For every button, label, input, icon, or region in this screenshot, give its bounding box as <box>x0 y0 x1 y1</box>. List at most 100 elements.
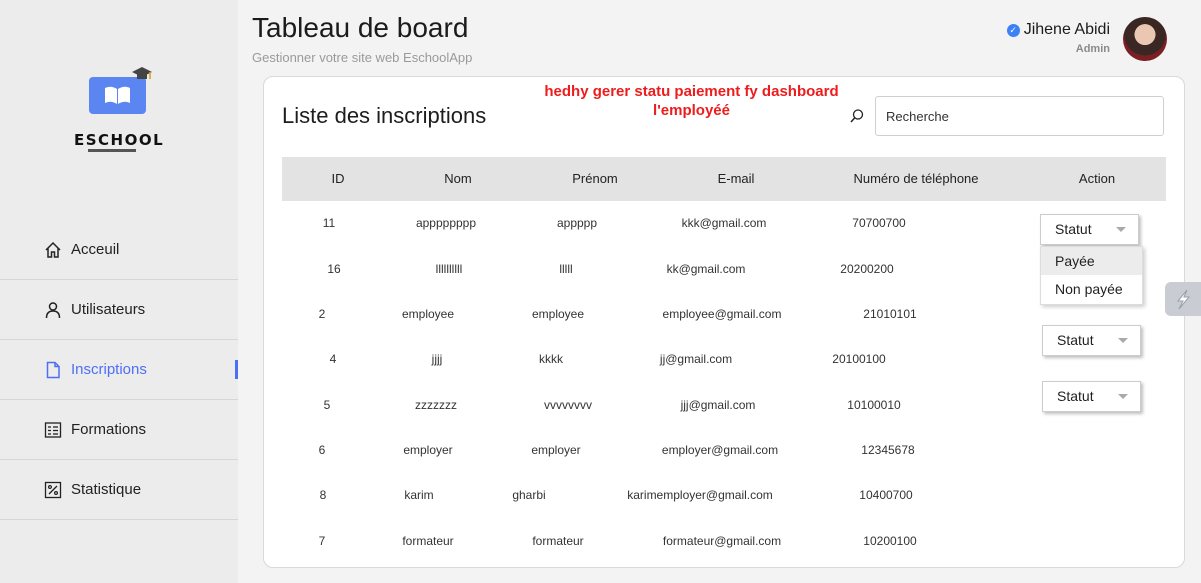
list-icon <box>44 421 62 438</box>
column-header-email: E-mail <box>717 171 755 186</box>
annotation-line-1: hedhy gerer statu paiement fy dashboard <box>544 83 839 100</box>
user-name: ✓ Jihene Abidi <box>1006 21 1110 39</box>
user-name-text: Jihene Abidi <box>1023 21 1110 38</box>
sidebar-item-label: Acceuil <box>71 241 120 258</box>
sidebar-item-statistique[interactable]: Statistique <box>0 460 238 520</box>
annotation-line-2: l'employéé <box>653 102 730 119</box>
status-select[interactable]: Statut <box>1040 214 1139 245</box>
table-row: 8 karim gharbi karimemployer@gmail.com 1… <box>264 488 1184 508</box>
cell-id: 7 <box>318 534 326 548</box>
cell-nom: formateur <box>402 534 454 548</box>
column-header-id: ID <box>331 171 345 186</box>
sidebar-item-acceuil[interactable]: Acceuil <box>0 220 238 280</box>
status-dropdown-menu: Payée Non payée <box>1040 246 1143 305</box>
cell-email: kk@gmail.com <box>666 262 746 276</box>
table-row: 2 employee employee employee@gmail.com 2… <box>264 307 1184 327</box>
inscriptions-card: Liste des inscriptions hedhy gerer statu… <box>263 76 1185 568</box>
column-header-nom: Nom <box>444 171 472 186</box>
chevron-down-icon <box>1116 227 1126 232</box>
cell-telephone: 20200200 <box>840 262 894 276</box>
table-row: 6 employer employer employer@gmail.com 1… <box>264 443 1184 463</box>
cell-telephone: 10200100 <box>863 534 917 548</box>
sidebar-item-formations[interactable]: Formations <box>0 400 238 460</box>
status-select[interactable]: Statut <box>1042 325 1141 356</box>
logo-book-icon <box>89 77 146 114</box>
logo-subtext-mark <box>88 149 136 152</box>
cell-email: employer@gmail.com <box>661 443 779 457</box>
sidebar-item-utilisateurs[interactable]: Utilisateurs <box>0 280 238 340</box>
cell-email: karimemployer@gmail.com <box>627 488 773 502</box>
lightning-icon <box>1176 289 1191 310</box>
cell-prenom: gharbi <box>512 488 546 502</box>
cell-prenom: employer <box>531 443 581 457</box>
cell-prenom: kkkk <box>539 352 563 366</box>
cell-nom: karim <box>404 488 434 502</box>
cell-prenom: formateur <box>532 534 584 548</box>
page-subtitle: Gestionner votre site web EschoolApp <box>252 50 473 65</box>
sidebar-item-label: Utilisateurs <box>71 301 146 318</box>
cell-telephone: 12345678 <box>861 443 915 457</box>
sidebar-item-label: Formations <box>71 421 147 438</box>
sidebar: ESCHOOL Acceuil Utilisateurs Inscription… <box>0 0 238 583</box>
sidebar-item-inscriptions[interactable]: Inscriptions <box>0 340 238 400</box>
verified-icon: ✓ <box>1006 23 1020 37</box>
option-payee[interactable]: Payée <box>1041 247 1142 275</box>
cell-nom: jjjj <box>431 352 443 366</box>
cell-prenom: employee <box>531 307 585 321</box>
document-icon <box>46 361 60 378</box>
status-select-label: Statut <box>1057 388 1094 404</box>
cell-id: 16 <box>327 262 341 276</box>
cell-prenom: appppp <box>556 216 598 230</box>
sidebar-item-label: Inscriptions <box>71 361 147 378</box>
option-non-payee[interactable]: Non payée <box>1041 275 1142 303</box>
table-header: ID Nom Prénom E-mail Numéro de téléphone… <box>282 157 1166 201</box>
avatar[interactable] <box>1123 17 1167 61</box>
card-title: Liste des inscriptions <box>282 103 487 128</box>
cell-nom: apppppppp <box>415 216 477 230</box>
user-role: Admin <box>1075 43 1110 55</box>
status-select-label: Statut <box>1057 332 1094 348</box>
cell-id: 11 <box>322 216 336 230</box>
cell-telephone: 70700700 <box>852 216 906 230</box>
column-header-action: Action <box>1078 171 1116 186</box>
chevron-down-icon <box>1118 394 1128 399</box>
percent-icon <box>44 481 62 498</box>
graduation-cap-icon <box>132 67 152 79</box>
cell-telephone: 10400700 <box>859 488 913 502</box>
cell-email: employee@gmail.com <box>662 307 782 321</box>
logo-text: ESCHOOL <box>74 131 165 149</box>
annotation-note: hedhy gerer statu paiement fy dashboard … <box>534 82 849 120</box>
cell-email: kkk@gmail.com <box>681 216 767 230</box>
column-header-prenom: Prénom <box>572 171 618 186</box>
floating-widget-button[interactable] <box>1165 282 1201 316</box>
cell-email: formateur@gmail.com <box>662 534 782 548</box>
cell-prenom: vvvvvvvv <box>544 398 592 412</box>
cell-id: 5 <box>323 398 331 412</box>
cell-telephone: 21010101 <box>863 307 917 321</box>
page-title: Tableau de board <box>252 12 469 43</box>
home-icon <box>45 241 61 258</box>
active-indicator <box>235 360 238 379</box>
sidebar-item-label: Statistique <box>71 481 142 498</box>
column-header-telephone: Numéro de téléphone <box>853 171 979 186</box>
cell-nom: zzzzzzz <box>415 398 457 412</box>
cell-email: jj@gmail.com <box>659 352 733 366</box>
cell-id: 8 <box>319 488 327 502</box>
cell-nom: employer <box>403 443 453 457</box>
cell-prenom: lllll <box>559 262 573 276</box>
search-input[interactable] <box>875 96 1164 136</box>
status-select[interactable]: Statut <box>1042 381 1141 412</box>
cell-telephone: 20100100 <box>832 352 886 366</box>
cell-id: 2 <box>318 307 326 321</box>
cell-id: 6 <box>318 443 326 457</box>
user-icon <box>45 301 61 318</box>
table-row: 7 formateur formateur formateur@gmail.co… <box>264 534 1184 554</box>
cell-id: 4 <box>329 352 337 366</box>
search-icon[interactable] <box>849 108 865 124</box>
cell-email: jjj@gmail.com <box>680 398 756 412</box>
cell-nom: llllllllll <box>435 262 463 276</box>
sidebar-nav: Acceuil Utilisateurs Inscriptions Format… <box>0 220 238 520</box>
status-select-label: Statut <box>1055 221 1092 237</box>
cell-nom: employee <box>401 307 455 321</box>
cell-telephone: 10100010 <box>847 398 901 412</box>
